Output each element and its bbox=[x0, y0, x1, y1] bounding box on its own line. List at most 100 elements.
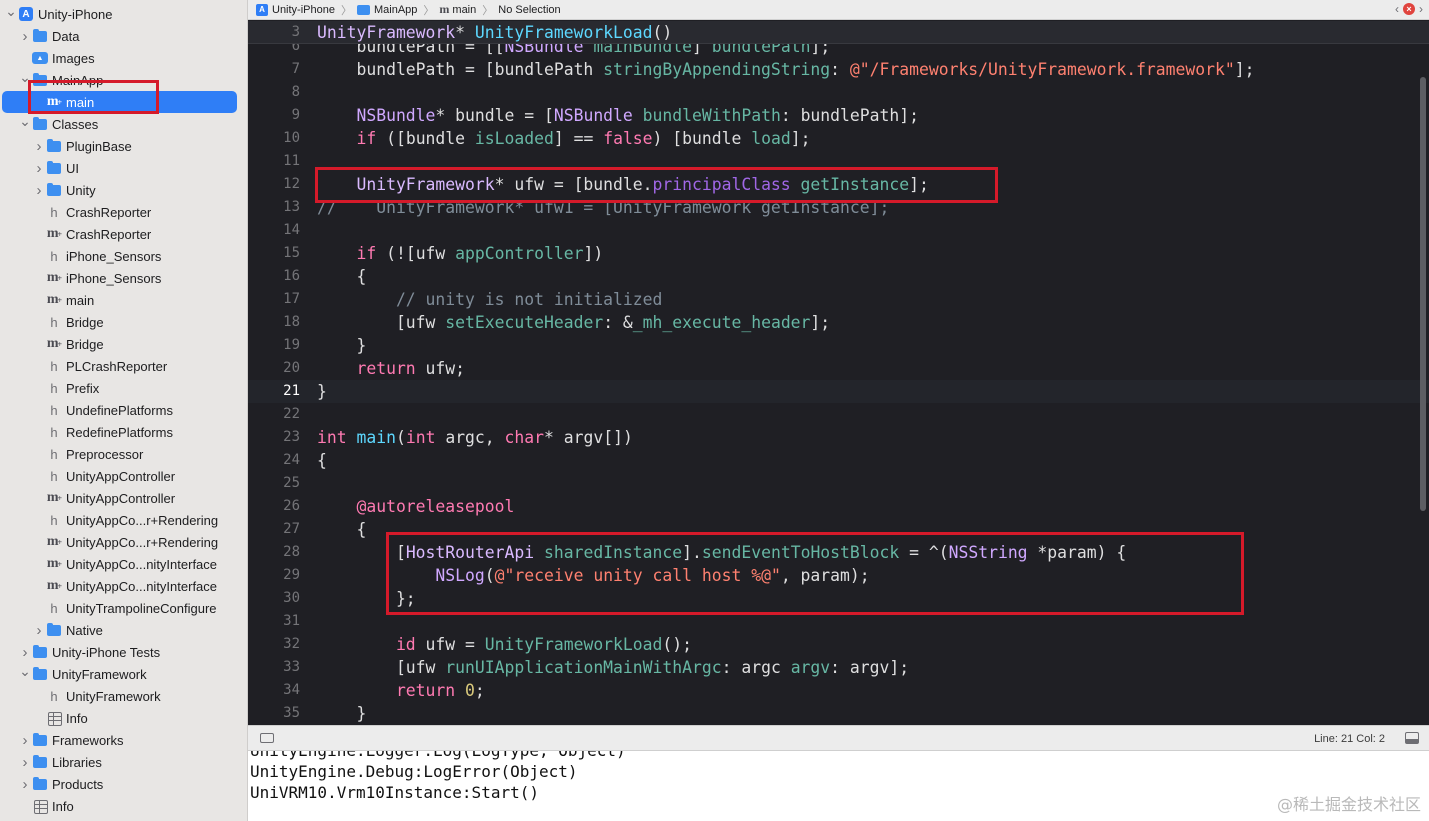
sidebar-item[interactable]: h Prefix bbox=[0, 377, 247, 399]
code-line[interactable]: 31 bbox=[248, 610, 1429, 633]
sidebar-item[interactable]: m + Bridge bbox=[0, 333, 247, 355]
code-line[interactable]: 23 int main(int argc, char* argv[]) bbox=[248, 426, 1429, 449]
breadcrumb-item[interactable]: m main bbox=[439, 2, 476, 17]
sidebar-item[interactable]: h PLCrashReporter bbox=[0, 355, 247, 377]
chevron-right-icon[interactable]: › bbox=[20, 729, 30, 751]
sidebar-item[interactable]: › Data bbox=[0, 25, 247, 47]
sidebar-item[interactable]: h UnityAppController bbox=[0, 465, 247, 487]
code-line[interactable]: 19 } bbox=[248, 334, 1429, 357]
code-line[interactable]: 14 bbox=[248, 219, 1429, 242]
sidebar-item[interactable]: m + UnityAppCo...nityInterface bbox=[0, 553, 247, 575]
sidebar-item[interactable]: m + iPhone_Sensors bbox=[0, 267, 247, 289]
error-badge[interactable]: × bbox=[1403, 3, 1415, 15]
code-line[interactable]: 18 [ufw setExecuteHeader: &_mh_execute_h… bbox=[248, 311, 1429, 334]
sidebar-item[interactable]: › PluginBase bbox=[0, 135, 247, 157]
code-line[interactable]: 13 // UnityFramework* ufw1 = [UnityFramew… bbox=[248, 196, 1429, 219]
code-token: HostRouterApi bbox=[405, 543, 535, 562]
sidebar-item[interactable]: › Libraries bbox=[0, 751, 247, 773]
sidebar-item[interactable]: h UnityTrampolineConfigure bbox=[0, 597, 247, 619]
sidebar-item[interactable]: h Bridge bbox=[0, 311, 247, 333]
sidebar-item[interactable]: ⌄ MainApp bbox=[0, 67, 247, 91]
code-line[interactable]: 24 { bbox=[248, 449, 1429, 472]
chevron-right-icon[interactable]: › bbox=[34, 619, 44, 641]
code-line[interactable]: 21} bbox=[248, 380, 1429, 403]
sidebar-item[interactable]: Info bbox=[0, 795, 247, 817]
code-line[interactable]: 34 return 0; bbox=[248, 679, 1429, 702]
chevron-right-icon[interactable]: › bbox=[34, 157, 44, 179]
sidebar-item[interactable]: h iPhone_Sensors bbox=[0, 245, 247, 267]
code-line[interactable]: 8 bbox=[248, 81, 1429, 104]
chevron-down-icon[interactable]: ⌄ bbox=[5, 1, 17, 23]
code-line[interactable]: 12 UnityFramework* ufw = [bundle.princip… bbox=[248, 173, 1429, 196]
source-editor[interactable]: 6 bundlePath = [[NSBundle mainBundle] bu… bbox=[248, 21, 1429, 725]
sidebar-item[interactable]: m + UnityAppCo...nityInterface bbox=[0, 575, 247, 597]
sidebar-item[interactable]: ⌄ Classes bbox=[0, 111, 247, 135]
folder-icon bbox=[32, 776, 48, 792]
sidebar-item[interactable]: ⌄ A Unity-iPhone bbox=[0, 1, 247, 25]
sidebar-item[interactable]: › UI bbox=[0, 157, 247, 179]
code-line[interactable]: 3 UnityFramework* UnityFrameworkLoad() bbox=[248, 21, 1429, 44]
code-line[interactable]: 33 [ufw runUIApplicationMainWithArgc: ar… bbox=[248, 656, 1429, 679]
code-line[interactable]: 30 }; bbox=[248, 587, 1429, 610]
sidebar-item[interactable]: m + UnityAppCo...r+Rendering bbox=[0, 531, 247, 553]
chevron-right-icon[interactable]: › bbox=[1419, 2, 1423, 16]
chevron-right-icon[interactable]: › bbox=[34, 135, 44, 157]
chevron-right-icon[interactable]: › bbox=[20, 773, 30, 795]
code-line[interactable]: 22 bbox=[248, 403, 1429, 426]
sidebar-item[interactable]: › Unity bbox=[0, 179, 247, 201]
sidebar-item[interactable]: h UndefinePlatforms bbox=[0, 399, 247, 421]
line-number: 32 bbox=[283, 636, 300, 652]
sidebar-item[interactable]: m + main bbox=[0, 289, 247, 311]
chevron-right-icon[interactable]: › bbox=[34, 179, 44, 201]
sidebar-item[interactable]: › Native bbox=[0, 619, 247, 641]
sidebar-item[interactable]: m + main bbox=[0, 91, 247, 113]
chevron-down-icon[interactable]: ⌄ bbox=[19, 111, 31, 133]
code-line[interactable]: 11 bbox=[248, 150, 1429, 173]
code-line[interactable]: 29 NSLog(@"receive unity call host %@", … bbox=[248, 564, 1429, 587]
code-line[interactable]: 15 if (![ufw appController]) bbox=[248, 242, 1429, 265]
breadcrumb-item[interactable]: No Selection bbox=[498, 4, 560, 16]
breadcrumb-item[interactable]: A Unity-iPhone bbox=[256, 3, 335, 16]
breadcrumb-item[interactable]: MainApp bbox=[356, 4, 417, 16]
chevron-down-icon[interactable]: ⌄ bbox=[19, 67, 31, 89]
sidebar-item[interactable]: ▲ Images bbox=[0, 47, 247, 69]
code-line[interactable]: 20 return ufw; bbox=[248, 357, 1429, 380]
sidebar-item[interactable]: h RedefinePlatforms bbox=[0, 421, 247, 443]
sidebar-item[interactable]: › Frameworks bbox=[0, 729, 247, 751]
code-line[interactable]: 26 @autoreleasepool bbox=[248, 495, 1429, 518]
line-number: 7 bbox=[291, 61, 300, 77]
chevron-left-icon[interactable]: ‹ bbox=[1395, 2, 1399, 16]
code-text: UnityFramework* UnityFrameworkLoad() bbox=[317, 21, 672, 44]
sidebar-item[interactable]: m + CrashReporter bbox=[0, 223, 247, 245]
sidebar-item[interactable]: ⌄ UnityFramework bbox=[0, 661, 247, 685]
project-icon: A bbox=[256, 3, 268, 16]
minimap-toggle-icon[interactable] bbox=[260, 733, 274, 743]
sidebar-item[interactable]: › Unity-iPhone Tests bbox=[0, 641, 247, 663]
sidebar-item[interactable]: h CrashReporter bbox=[0, 201, 247, 223]
sidebar-item[interactable]: Info bbox=[0, 707, 247, 729]
code-line[interactable]: 17 // unity is not initialized bbox=[248, 288, 1429, 311]
sidebar-item[interactable]: h Preprocessor bbox=[0, 443, 247, 465]
code-line[interactable]: 10 if ([bundle isLoaded] == false) [bund… bbox=[248, 127, 1429, 150]
code-line[interactable]: 25 bbox=[248, 472, 1429, 495]
chevron-right-icon[interactable]: › bbox=[20, 25, 30, 47]
code-line[interactable]: 28 [HostRouterApi sharedInstance].sendEv… bbox=[248, 541, 1429, 564]
sidebar-item[interactable]: › Products bbox=[0, 773, 247, 795]
chevron-down-icon[interactable]: ⌄ bbox=[19, 661, 31, 683]
code-line[interactable]: 7 bundlePath = [bundlePath stringByAppen… bbox=[248, 58, 1429, 81]
project-navigator: ⌄ A Unity-iPhone › Data ▲ Images ⌄ MainApp m + main… bbox=[0, 0, 248, 821]
code-line[interactable]: 16 { bbox=[248, 265, 1429, 288]
sidebar-item[interactable]: h UnityAppCo...r+Rendering bbox=[0, 509, 247, 531]
sidebar-item[interactable]: h UnityFramework bbox=[0, 685, 247, 707]
chevron-right-icon[interactable]: › bbox=[20, 751, 30, 773]
code-line[interactable]: 32 id ufw = UnityFrameworkLoad(); bbox=[248, 633, 1429, 656]
code-line[interactable]: 9 NSBundle* bundle = [NSBundle bundleWit… bbox=[248, 104, 1429, 127]
debug-console[interactable]: UnityEngine.Logger:Log(LogType, Object)U… bbox=[248, 751, 1429, 821]
code-line[interactable]: 35 } bbox=[248, 702, 1429, 725]
vertical-scrollbar[interactable] bbox=[1420, 77, 1426, 511]
sidebar-item[interactable]: m + UnityAppController bbox=[0, 487, 247, 509]
code-line[interactable]: 27 { bbox=[248, 518, 1429, 541]
debug-area-toggle-icon[interactable] bbox=[1405, 732, 1419, 744]
